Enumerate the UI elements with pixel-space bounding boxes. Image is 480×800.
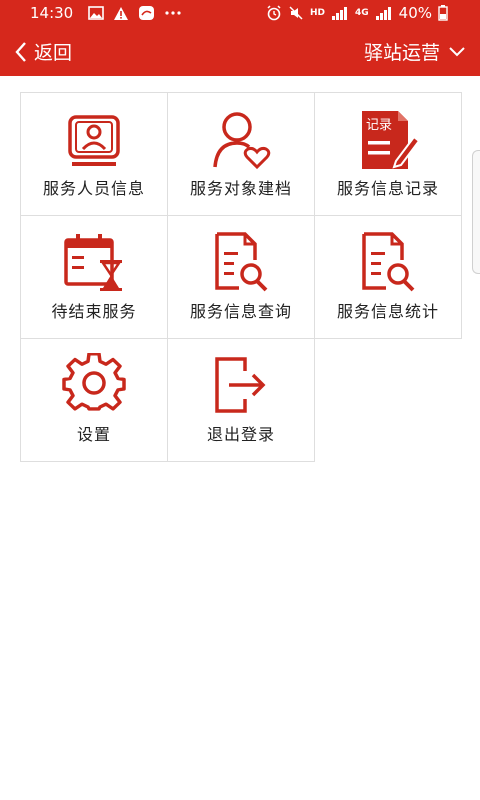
menu-item-service-query[interactable]: 服务信息查询 [167, 215, 315, 339]
signal-icon-2 [375, 7, 391, 20]
menu-item-label: 服务人员信息 [42, 179, 145, 198]
more-icon [165, 11, 181, 15]
station-label: 驿站运营 [363, 42, 440, 64]
logout-icon [215, 357, 266, 413]
app-notification-icon [139, 6, 154, 20]
image-icon [88, 6, 104, 20]
signal-icon [332, 7, 347, 20]
battery-icon [438, 5, 448, 21]
chevron-left-icon [15, 41, 26, 62]
record-badge-text: 记录 [366, 118, 392, 133]
battery-percent: 40% [398, 4, 432, 22]
status-left-icons [88, 5, 182, 21]
person-heart-icon [213, 112, 271, 170]
menu-item-settings[interactable]: 设置 [20, 338, 168, 462]
menu-item-pending-services[interactable]: 待结束服务 [20, 215, 168, 339]
record-doc-icon: 记录 [362, 111, 420, 169]
gear-icon [62, 353, 126, 411]
menu-item-label: 服务信息查询 [189, 302, 292, 321]
menu-item-client-records[interactable]: 服务对象建档 [167, 92, 315, 216]
menu-item-label: 服务对象建档 [189, 179, 292, 198]
station-selector[interactable]: 驿站运营 [364, 38, 466, 65]
status-time: 14:30 [30, 4, 74, 22]
doc-search-icon [215, 232, 268, 292]
alarm-icon [267, 5, 281, 21]
back-label: 返回 [34, 42, 73, 64]
menu-item-label: 服务信息记录 [336, 179, 439, 198]
menu-item-service-record[interactable]: 记录 服务信息记录 [314, 92, 462, 216]
menu-item-logout[interactable]: 退出登录 [167, 338, 315, 462]
side-edge-handle[interactable] [472, 150, 480, 274]
status-right-icons: HD 4G 40% [266, 4, 448, 22]
hd-label: HD [309, 8, 325, 18]
back-button[interactable]: 返回 [14, 38, 72, 65]
menu-item-label: 待结束服务 [51, 302, 137, 321]
doc-stats-icon [362, 232, 415, 292]
menu-item-label: 设置 [76, 425, 111, 444]
top-navigation-bar: 返回 驿站运营 [0, 28, 480, 76]
menu-item-staff-info[interactable]: 服务人员信息 [20, 92, 168, 216]
mute-icon [289, 6, 303, 20]
calendar-hourglass-icon [64, 234, 122, 291]
menu-item-label: 退出登录 [206, 425, 275, 444]
function-menu-grid: 服务人员信息 服务对象建档 记录 服务信息记录 待结束服务 服务信息查询 服务信… [20, 92, 462, 462]
network-type: 4G [355, 8, 369, 18]
warning-icon [114, 6, 128, 20]
chevron-down-icon [449, 46, 465, 56]
menu-item-label: 服务信息统计 [336, 302, 439, 321]
status-bar: 14:30 HD 4G 40% [0, 0, 480, 28]
staff-card-icon [68, 115, 120, 166]
menu-item-service-stats[interactable]: 服务信息统计 [314, 215, 462, 339]
